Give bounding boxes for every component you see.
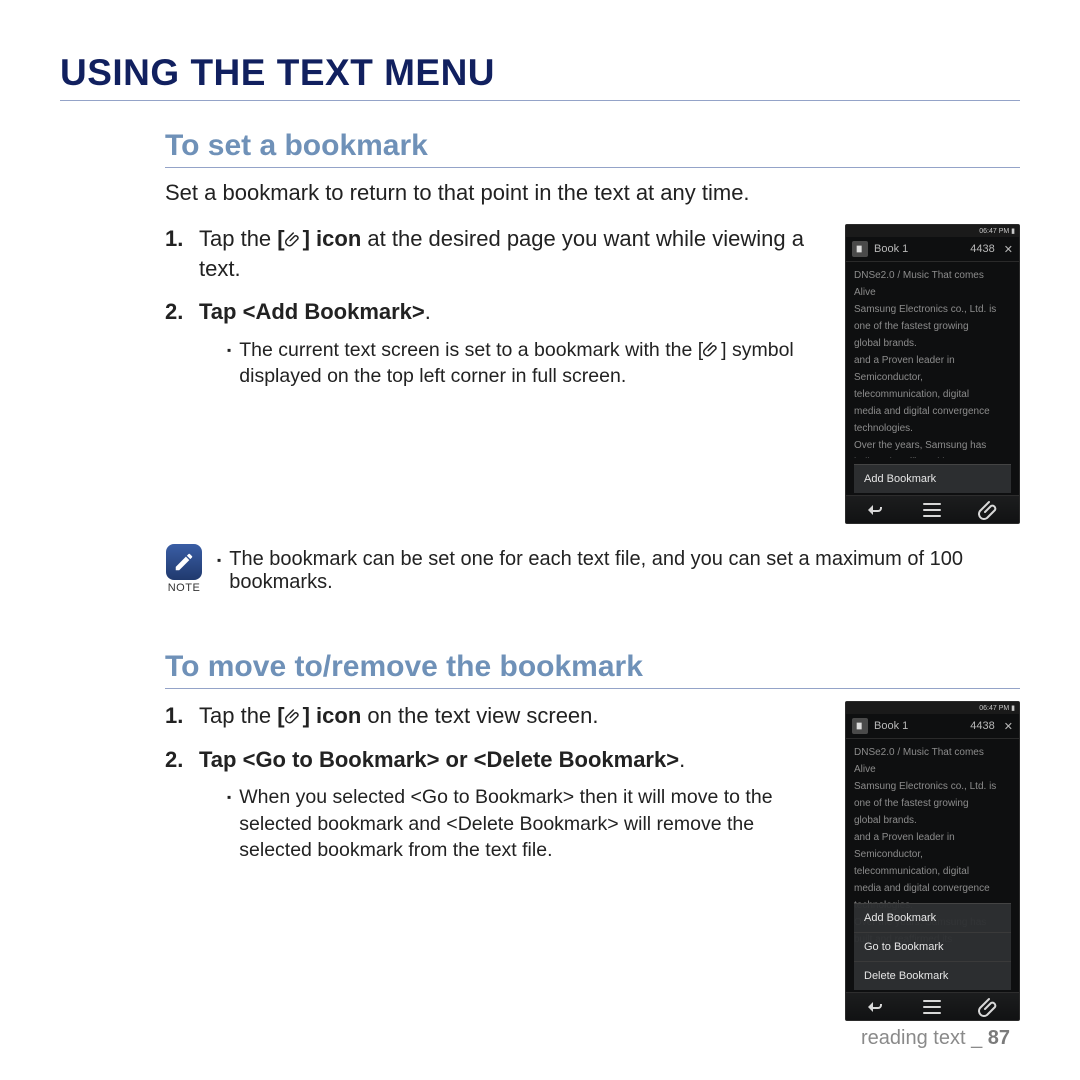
paperclip-icon xyxy=(703,339,721,357)
paperclip-icon xyxy=(978,999,1002,1015)
note-block: NOTE ▪ The bookmark can be set one for e… xyxy=(165,544,1020,594)
note-text: The bookmark can be set one for each tex… xyxy=(229,548,1020,594)
book-icon xyxy=(852,241,868,257)
phone-header: Book 1 4438 ✕ xyxy=(846,714,1019,739)
paperclip-icon xyxy=(285,703,303,721)
section1-title: To set a bookmark xyxy=(165,129,1020,168)
section1-intro: Set a bookmark to return to that point i… xyxy=(165,180,1020,206)
step-number: 1. xyxy=(165,224,189,283)
menu-item-add-bookmark: Add Bookmark xyxy=(854,904,1011,933)
note-badge: NOTE xyxy=(165,544,203,594)
text: Tap xyxy=(199,299,243,324)
phone-body-line: DNSe2.0 / Music That comes xyxy=(854,268,1011,283)
text: Tap the xyxy=(199,226,277,251)
phone-header: Book 1 4438 ✕ xyxy=(846,237,1019,262)
step-number: 2. xyxy=(165,745,189,870)
text-bold: [ xyxy=(277,226,284,251)
text: The current text screen is set to a book… xyxy=(239,339,703,361)
phone-body-line: telecommunication, digital xyxy=(854,387,1011,402)
phone-body-text: DNSe2.0 / Music That comes Alive Samsung E… xyxy=(846,262,1019,458)
footer-sep: _ xyxy=(971,1027,982,1049)
phone-body-line: Alive xyxy=(854,285,1011,300)
phone-body-line: one of the fastest growing xyxy=(854,796,1011,811)
phone-body-line: Semiconductor, xyxy=(854,847,1011,862)
paperclip-icon xyxy=(978,502,1002,518)
text: . xyxy=(679,747,685,772)
bullet-marker: ▪ xyxy=(227,337,231,390)
text: When you selected <Go to Bookmark> then … xyxy=(239,784,823,863)
phone-screenshot-1: 06:47 PM ▮ Book 1 4438 ✕ DNSe2.0 / Music… xyxy=(845,224,1020,524)
text: on the text view screen. xyxy=(361,703,598,728)
phone-statusbar: 06:47 PM ▮ xyxy=(846,702,1019,714)
bullet-marker: ▪ xyxy=(227,784,231,863)
page-title: USING THE TEXT MENU xyxy=(60,52,1020,101)
phone-body-line: Semiconductor, xyxy=(854,370,1011,385)
text: Tap xyxy=(199,747,243,772)
bullet: ▪ The current text screen is set to a bo… xyxy=(227,337,823,390)
section2-step-1: 1. Tap the [ ] icon on the text view scre… xyxy=(165,701,823,731)
phone-counter: 4438 xyxy=(970,720,994,732)
phone-body-line: media and digital convergence xyxy=(854,881,1011,896)
phone-body-line: DNSe2.0 / Music That comes xyxy=(854,745,1011,760)
note-label: NOTE xyxy=(165,582,203,594)
back-icon xyxy=(863,502,887,518)
phone-body-line: and a Proven leader in xyxy=(854,830,1011,845)
phone-body-line: Alive xyxy=(854,762,1011,777)
note-icon xyxy=(166,544,202,580)
text-bold: [ xyxy=(277,703,284,728)
step-number: 2. xyxy=(165,297,189,395)
phone-body-line: global brands. xyxy=(854,336,1011,351)
text-bold: <Add Bookmark> xyxy=(243,299,425,324)
section2-step-2: 2. Tap <Go to Bookmark> or <Delete Bookm… xyxy=(165,745,823,870)
paperclip-icon xyxy=(285,226,303,244)
section1-step-1: 1. Tap the [] icon at the desired page y… xyxy=(165,224,823,283)
phone-navbar xyxy=(846,495,1019,523)
step-number: 1. xyxy=(165,701,189,731)
status-time: 06:47 PM xyxy=(979,228,1009,235)
phone-body-line: Samsung Electronics co., Ltd. is xyxy=(854,779,1011,794)
bullet-marker: ▪ xyxy=(217,548,221,594)
menu-icon xyxy=(920,999,944,1015)
bullet: ▪ When you selected <Go to Bookmark> the… xyxy=(227,784,823,863)
page-footer: reading text _ 87 xyxy=(861,1027,1010,1050)
phone-body-line: media and digital convergence xyxy=(854,404,1011,419)
phone-title: Book 1 xyxy=(874,243,908,255)
section1-step-2: 2. Tap <Add Bookmark>. ▪ The current tex… xyxy=(165,297,823,395)
phone-body-line: global brands. xyxy=(854,813,1011,828)
phone-body-line: telecommunication, digital xyxy=(854,864,1011,879)
text-bold: ] icon xyxy=(303,703,362,728)
back-icon xyxy=(863,999,887,1015)
phone-body-line: Samsung Electronics co., Ltd. is xyxy=(854,302,1011,317)
menu-icon xyxy=(920,502,944,518)
phone-screenshot-2: 06:47 PM ▮ Book 1 4438 ✕ DNSe2.0 / Music… xyxy=(845,701,1020,1021)
page-number: 87 xyxy=(988,1027,1010,1049)
section1-steps: 1. Tap the [] icon at the desired page y… xyxy=(165,224,823,410)
phone-body-line: one of the fastest growing xyxy=(854,319,1011,334)
section2-title: To move to/remove the bookmark xyxy=(165,650,1020,689)
text: Tap the xyxy=(199,703,277,728)
text: . xyxy=(425,299,431,324)
text-bold: ] icon xyxy=(303,226,362,251)
phone-statusbar: 06:47 PM ▮ xyxy=(846,225,1019,237)
status-time: 06:47 PM xyxy=(979,705,1009,712)
section2-steps: 1. Tap the [ ] icon on the text view scre… xyxy=(165,701,823,883)
footer-section: reading text xyxy=(861,1027,966,1049)
phone-title: Book 1 xyxy=(874,720,908,732)
phone-counter: 4438 xyxy=(970,243,994,255)
book-icon xyxy=(852,718,868,734)
phone-navbar xyxy=(846,992,1019,1020)
phone-body-line: and a Proven leader in xyxy=(854,353,1011,368)
text-bold: <Go to Bookmark> or <Delete Bookmark> xyxy=(243,747,680,772)
